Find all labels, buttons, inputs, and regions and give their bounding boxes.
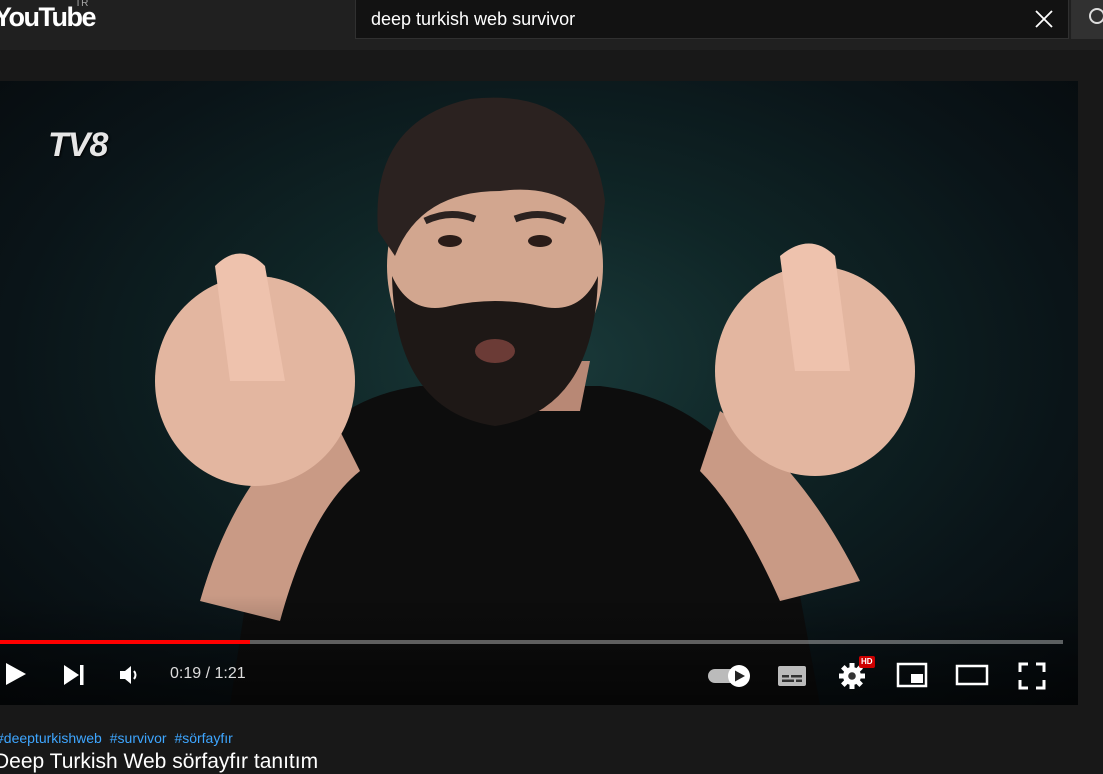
autoplay-toggle[interactable] xyxy=(706,663,754,694)
miniplayer-icon xyxy=(896,662,928,688)
progress-played xyxy=(0,640,250,644)
hashtag-link[interactable]: #deepturkishweb xyxy=(0,730,102,746)
fullscreen-button[interactable] xyxy=(1018,662,1046,695)
time-separator: / xyxy=(205,665,211,682)
progress-bar[interactable] xyxy=(0,640,1063,644)
mute-button[interactable] xyxy=(118,663,142,692)
theater-icon xyxy=(955,664,989,686)
region-code: TR xyxy=(75,0,89,9)
volume-icon xyxy=(120,666,137,684)
search-box xyxy=(355,0,1069,39)
theater-mode-button[interactable] xyxy=(955,664,989,691)
subtitles-icon xyxy=(778,666,806,686)
hashtags: #deepturkishweb #survivor #sörfayfır xyxy=(0,730,237,746)
video-title: Deep Turkish Web sörfayfır tanıtım xyxy=(0,750,319,773)
channel-watermark: TV8 xyxy=(48,126,108,165)
hd-badge: HD xyxy=(859,656,875,668)
close-icon xyxy=(1035,10,1053,28)
clear-search-button[interactable] xyxy=(1031,6,1057,32)
masthead: YouTube TR xyxy=(0,0,1103,50)
search-input[interactable] xyxy=(356,0,1016,38)
settings-button[interactable]: HD xyxy=(838,656,875,695)
time-duration: 1:21 xyxy=(214,665,246,682)
next-icon xyxy=(64,665,84,685)
watermark-text: TV8 xyxy=(48,126,108,164)
video-player[interactable]: TV8 0:19 / 1:21 HD xyxy=(0,81,1078,705)
time-display: 0:19 / 1:21 xyxy=(170,665,246,683)
fullscreen-icon xyxy=(1018,662,1046,690)
hashtag-link[interactable]: #survivor xyxy=(110,730,167,746)
search-button[interactable] xyxy=(1071,0,1103,39)
subtitles-button[interactable] xyxy=(776,664,808,693)
miniplayer-button[interactable] xyxy=(896,662,928,693)
autoplay-icon xyxy=(708,665,750,687)
time-current: 0:19 xyxy=(170,665,202,682)
next-button[interactable] xyxy=(62,663,86,692)
hashtag-link[interactable]: #sörfayfır xyxy=(174,730,232,746)
play-icon xyxy=(6,663,26,685)
play-button[interactable] xyxy=(2,661,28,692)
search-icon xyxy=(1089,8,1103,24)
